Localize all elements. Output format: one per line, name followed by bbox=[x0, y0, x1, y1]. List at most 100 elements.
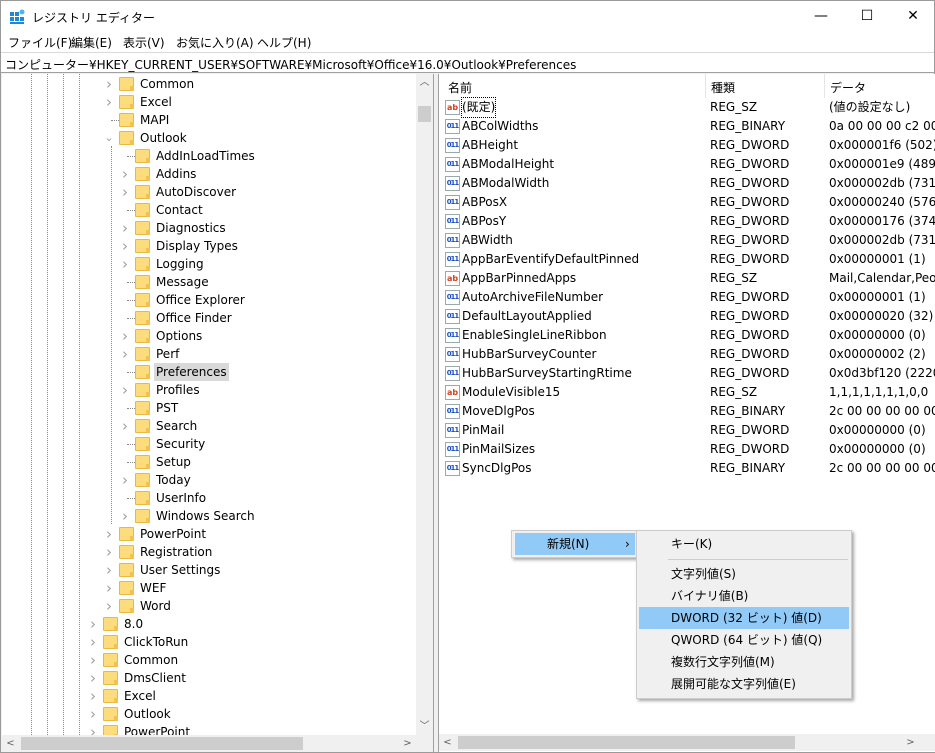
chevron-right-icon[interactable]: › bbox=[104, 597, 114, 615]
menu-item-expandable-string-value[interactable]: 展開可能な文字列値(E) bbox=[639, 673, 849, 695]
tree-item[interactable]: › Perf bbox=[2, 345, 416, 363]
chevron-right-icon[interactable]: › bbox=[104, 579, 114, 597]
value-row[interactable]: 011 ABColWidths REG_BINARY 0a 00 00 00 c2 0… bbox=[439, 117, 935, 136]
chevron-right-icon[interactable]: › bbox=[88, 687, 98, 705]
value-row[interactable]: 011 AutoArchiveFileNumber REG_DWORD 0x00000… bbox=[439, 288, 935, 307]
scroll-right-icon[interactable]: > bbox=[902, 734, 919, 751]
value-row[interactable]: 011SyncDlgPos REG_BINARY 2c 00 00 00 00 00… bbox=[439, 459, 935, 478]
tree-item[interactable]: Preferences bbox=[2, 363, 416, 381]
tree-item[interactable]: › PowerPoint bbox=[2, 525, 416, 543]
tree-item[interactable]: › Search bbox=[2, 417, 416, 435]
column-divider[interactable] bbox=[824, 74, 825, 98]
close-button[interactable]: ✕ bbox=[890, 1, 935, 31]
menu-item-new[interactable]: 新規(N) › bbox=[515, 533, 635, 555]
tree-item[interactable]: › Common bbox=[2, 651, 416, 669]
chevron-right-icon[interactable]: › bbox=[88, 705, 98, 723]
tree-item[interactable]: › Windows Search bbox=[2, 507, 416, 525]
column-divider[interactable] bbox=[705, 74, 706, 98]
tree-item[interactable]: › Common bbox=[2, 75, 416, 93]
menu-favorites[interactable]: お気に入り(A) bbox=[176, 34, 254, 51]
minimize-button[interactable]: — bbox=[798, 1, 844, 31]
chevron-right-icon[interactable]: › bbox=[120, 507, 130, 525]
column-header-name[interactable]: 名前 bbox=[448, 79, 472, 96]
scroll-up-icon[interactable]: ︿ bbox=[416, 74, 433, 91]
value-row[interactable]: 011 EnableSingleLineRibbon REG_DWORD 0x0000… bbox=[439, 326, 935, 345]
tree-vertical-scrollbar[interactable]: ︿ ﹀ bbox=[416, 74, 433, 735]
chevron-right-icon[interactable]: › bbox=[104, 543, 114, 561]
scroll-right-icon[interactable]: > bbox=[399, 735, 416, 752]
chevron-right-icon[interactable]: › bbox=[120, 327, 130, 345]
tree-item[interactable]: › WEF bbox=[2, 579, 416, 597]
chevron-right-icon[interactable]: › bbox=[104, 525, 114, 543]
chevron-right-icon[interactable]: › bbox=[120, 219, 130, 237]
tree-item[interactable]: › Outlook bbox=[2, 705, 416, 723]
tree-item[interactable]: › ClickToRun bbox=[2, 633, 416, 651]
chevron-right-icon[interactable]: › bbox=[88, 669, 98, 687]
chevron-right-icon[interactable]: › bbox=[120, 255, 130, 273]
value-row[interactable]: 011 ABPosX REG_DWORD 0x00000240 (576) bbox=[439, 193, 935, 212]
tree-vscroll-thumb[interactable] bbox=[418, 106, 431, 122]
menu-item-multi-string-value[interactable]: 複数行文字列値(M) bbox=[639, 651, 849, 673]
tree-item[interactable]: › Addins bbox=[2, 165, 416, 183]
menu-item-string-value[interactable]: 文字列値(S) bbox=[639, 563, 849, 585]
list-horizontal-scrollbar[interactable]: < > bbox=[439, 734, 935, 751]
list-hscroll-thumb[interactable] bbox=[458, 736, 795, 749]
value-row[interactable]: 011 ABPosY REG_DWORD 0x00000176 (374) bbox=[439, 212, 935, 231]
address-bar[interactable]: コンピューター¥HKEY_CURRENT_USER¥SOFTWARE¥Micro… bbox=[1, 52, 934, 73]
tree-horizontal-scrollbar[interactable]: < > bbox=[2, 735, 433, 752]
tree-item[interactable]: › Options bbox=[2, 327, 416, 345]
tree-item[interactable]: › Diagnostics bbox=[2, 219, 416, 237]
tree-item[interactable]: MAPI bbox=[2, 111, 416, 129]
tree-item[interactable]: › Excel bbox=[2, 687, 416, 705]
chevron-right-icon[interactable]: › bbox=[88, 615, 98, 633]
chevron-right-icon[interactable]: › bbox=[104, 93, 114, 111]
tree-item[interactable]: Message bbox=[2, 273, 416, 291]
chevron-right-icon[interactable]: › bbox=[120, 237, 130, 255]
tree-item[interactable]: › Word bbox=[2, 597, 416, 615]
tree-item[interactable]: Office Finder bbox=[2, 309, 416, 327]
tree-item[interactable]: › Registration bbox=[2, 543, 416, 561]
value-row[interactable]: 011 ABWidth REG_DWORD 0x000002db (731) bbox=[439, 231, 935, 250]
menu-file[interactable]: ファイル(F) bbox=[8, 34, 72, 51]
value-row[interactable]: 011 ABHeight REG_DWORD 0x000001f6 (502) bbox=[439, 136, 935, 155]
value-row[interactable]: 011 HubBarSurveyCounter REG_DWORD 0x0000000… bbox=[439, 345, 935, 364]
tree-item[interactable]: Security bbox=[2, 435, 416, 453]
value-row[interactable]: ab AppBarPinnedApps REG_SZ Mail,Calendar,Pe… bbox=[439, 269, 935, 288]
tree-item[interactable]: Contact bbox=[2, 201, 416, 219]
chevron-right-icon[interactable]: › bbox=[120, 471, 130, 489]
tree-item[interactable]: › Today bbox=[2, 471, 416, 489]
tree-item[interactable]: › Excel bbox=[2, 93, 416, 111]
menu-item-binary-value[interactable]: バイナリ値(B) bbox=[639, 585, 849, 607]
menu-edit[interactable]: 編集(E) bbox=[71, 34, 112, 51]
value-row[interactable]: 011 AppBarEventifyDefaultPinned REG_DWORD 0… bbox=[439, 250, 935, 269]
tree-item[interactable]: › DmsClient bbox=[2, 669, 416, 687]
value-row[interactable]: ab (既定) REG_SZ (値の設定なし) bbox=[439, 97, 935, 118]
scroll-down-icon[interactable]: ﹀ bbox=[416, 718, 433, 735]
chevron-down-icon[interactable]: ⌄ bbox=[104, 129, 114, 147]
tree-item[interactable]: AddInLoadTimes bbox=[2, 147, 416, 165]
tree-item[interactable]: Setup bbox=[2, 453, 416, 471]
value-row[interactable]: 011MoveDlgPos REG_BINARY 2c 00 00 00 00 00… bbox=[439, 402, 935, 421]
value-row[interactable]: ab ModuleVisible15 REG_SZ 1,1,1,1,1,1,1,0,0 bbox=[439, 383, 935, 402]
tree-item[interactable]: Office Explorer bbox=[2, 291, 416, 309]
chevron-right-icon[interactable]: › bbox=[120, 417, 130, 435]
value-row[interactable]: 011 ABModalWidth REG_DWORD 0x000002db (731) bbox=[439, 174, 935, 193]
maximize-button[interactable]: ☐ bbox=[844, 1, 890, 31]
tree-item[interactable]: › Display Types bbox=[2, 237, 416, 255]
value-row[interactable]: 011 HubBarSurveyStartingRtime REG_DWORD 0x0… bbox=[439, 364, 935, 383]
menu-item-dword-value[interactable]: DWORD (32 ビット) 値(D) bbox=[639, 607, 849, 629]
menu-item-qword-value[interactable]: QWORD (64 ビット) 値(Q) bbox=[639, 629, 849, 651]
tree-item[interactable]: › AutoDiscover bbox=[2, 183, 416, 201]
menu-view[interactable]: 表示(V) bbox=[123, 34, 165, 51]
chevron-right-icon[interactable]: › bbox=[120, 183, 130, 201]
tree-item[interactable]: › Profiles bbox=[2, 381, 416, 399]
tree-item[interactable]: › 8.0 bbox=[2, 615, 416, 633]
scroll-left-icon[interactable]: < bbox=[439, 734, 456, 751]
tree-item[interactable]: UserInfo bbox=[2, 489, 416, 507]
menu-item-key[interactable]: キー(K) bbox=[639, 533, 849, 555]
chevron-right-icon[interactable]: › bbox=[120, 381, 130, 399]
chevron-right-icon[interactable]: › bbox=[104, 75, 114, 93]
value-row[interactable]: 011 PinMailSizes REG_DWORD 0x00000000 (0) bbox=[439, 440, 935, 459]
value-row[interactable]: 011 DefaultLayoutApplied REG_DWORD 0x000000… bbox=[439, 307, 935, 326]
tree-item[interactable]: › User Settings bbox=[2, 561, 416, 579]
